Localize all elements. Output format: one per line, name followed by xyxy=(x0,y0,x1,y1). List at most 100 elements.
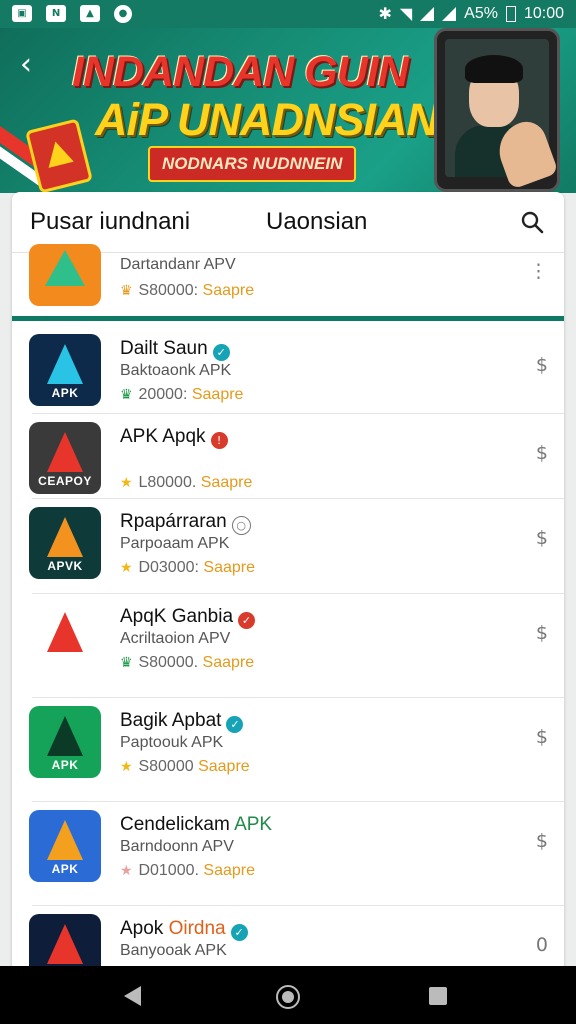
app-name-text: Dailt Saun xyxy=(120,338,208,359)
nav-home-icon[interactable] xyxy=(276,985,300,1009)
battery-text: A5% xyxy=(464,4,498,22)
section-divider xyxy=(12,316,564,321)
app-name-accent: APK xyxy=(234,814,273,835)
app-list-item[interactable]: CEAPOY APK Apqk! ★ L80000. Saapre $ xyxy=(12,414,564,499)
app-meta: ★ L80000. Saapre xyxy=(120,474,252,492)
app-icon[interactable]: APK xyxy=(29,334,101,406)
app-list-item[interactable]: APK Bagik Apbat ✓ Paptoouk APK ★ S80000 Saap… xyxy=(12,698,564,802)
app-meta: ★ D03000: Saapre xyxy=(120,559,255,577)
banner-title-line2: AiP UNADNSIAN xyxy=(95,94,439,145)
app-subtitle: Baktoaonk APK xyxy=(120,362,232,379)
app-name-accent: Oirdna xyxy=(168,918,226,939)
image-icon: ▣ xyxy=(12,5,32,22)
app-name-text: APK Apqk xyxy=(120,426,206,447)
crown-icon: ♛ xyxy=(120,387,133,403)
status-right: ✱ ◥ A5% 10:00 xyxy=(378,4,564,23)
verified-badge-icon: ✓ xyxy=(230,924,248,941)
app-list-item[interactable]: APVK Rpapárraran ○ Parpoaam APK ★ D03000: Sa… xyxy=(12,499,564,594)
back-arrow-icon[interactable]: ‹ xyxy=(20,50,32,80)
app-meta: ♛ 20000: Saapre xyxy=(120,386,243,404)
app-name: Cendelickam APK xyxy=(120,814,272,836)
signal-icon-2 xyxy=(442,6,457,21)
promo-banner[interactable]: ‹ INDANDAN GUIN AiP UNADNSIAN NODNARS NU… xyxy=(0,28,576,193)
nfc-icon: N xyxy=(46,5,66,22)
download-icon[interactable]: $ xyxy=(536,622,548,644)
app-list-item[interactable]: APK Dailt Saun ✓ Baktoaonk APK ♛ 20000: Saap… xyxy=(12,324,564,414)
app-subtitle: Acriltaoion APV xyxy=(120,630,231,647)
pinned-app-count: S80000: xyxy=(138,282,199,299)
search-icon[interactable] xyxy=(520,210,544,234)
app-icon-label: DAEBGEV xyxy=(33,654,97,668)
app-meta: ♛ S80000. Saapre xyxy=(120,654,254,672)
download-icon[interactable]: $ xyxy=(536,527,548,549)
search-label-center[interactable]: Uaonsian xyxy=(266,208,367,236)
share-icon[interactable]: ⋮ xyxy=(529,260,548,282)
app-icon[interactable]: APK xyxy=(29,810,101,882)
app-name: Bagik Apbat ✓ xyxy=(120,710,244,733)
app-meta: ★ D01000. Saapre xyxy=(120,862,255,880)
app-download-count: D03000: xyxy=(138,559,199,576)
star-icon: ★ xyxy=(120,475,133,491)
battery-icon xyxy=(505,5,516,22)
nav-recent-apps-icon[interactable] xyxy=(429,987,447,1005)
app-list-item[interactable]: APK Cendelickam APK Barndoonn APV ★ D01000.… xyxy=(12,802,564,906)
app-name: Dailt Saun ✓ xyxy=(120,338,230,361)
star-icon: ★ xyxy=(120,560,133,576)
gallery-icon: ▲ xyxy=(80,5,100,22)
app-icon[interactable]: APVK xyxy=(29,507,101,579)
app-name-text: ApqK Ganbia xyxy=(120,606,234,627)
app-icon-label: APK xyxy=(51,758,79,772)
app-list-item[interactable]: DAEBGEV ApqK Ganbia ✓ Acriltaoion APV ♛ S800… xyxy=(12,594,564,698)
app-name: ApqK Ganbia ✓ xyxy=(120,606,256,629)
verified-badge-icon: ○ xyxy=(231,516,251,535)
app-list-card: Pusar iundnani Uaonsian Dartandanr APV ♛… xyxy=(12,192,564,1002)
app-tag: Saapre xyxy=(203,862,255,879)
app-subtitle: Parpoaam APK xyxy=(120,535,230,552)
search-label-left[interactable]: Pusar iundnani xyxy=(30,208,190,236)
app-name-text: Bagik Apbat xyxy=(120,710,222,731)
verified-badge-icon: ✓ xyxy=(212,344,230,361)
status-left-icons: ▣ N ▲ ● xyxy=(12,5,132,23)
app-subtitle: Banyooak APK xyxy=(120,942,227,959)
app-tag: Saapre xyxy=(202,654,255,671)
pinned-app-icon xyxy=(29,244,101,306)
app-tag: Saapre xyxy=(200,474,253,491)
app-name-text: Cendelickam xyxy=(120,814,230,835)
app-name-text: Rpapárraran xyxy=(120,511,227,532)
app-download-count: S80000 xyxy=(138,758,194,775)
app-icon-label: APK xyxy=(51,862,79,876)
app-download-count: 20000: xyxy=(138,386,188,403)
signal-icon xyxy=(420,6,435,21)
app-subtitle: Paptoouk APK xyxy=(120,734,224,751)
download-icon[interactable]: $ xyxy=(536,726,548,748)
app-name: Rpapárraran ○ xyxy=(120,511,251,535)
app-icon[interactable]: CEAPOY xyxy=(29,422,101,494)
bluetooth-icon: ✱ xyxy=(378,4,392,23)
wifi-icon: ◥ xyxy=(399,4,413,23)
star-icon: ★ xyxy=(120,759,133,775)
app-icon[interactable]: DAEBGEV xyxy=(29,602,101,674)
messenger-icon: ● xyxy=(114,5,132,23)
system-nav-bar xyxy=(0,966,576,1024)
app-name: APK Apqk! xyxy=(120,426,228,449)
banner-subtitle: NODNARS NUDNNEIN xyxy=(148,146,357,182)
download-icon[interactable]: $ xyxy=(536,354,548,376)
star-icon: ★ xyxy=(120,863,133,879)
download-icon[interactable]: $ xyxy=(536,442,548,464)
download-icon[interactable]: $ xyxy=(536,830,548,852)
download-icon[interactable]: 0 xyxy=(536,934,548,956)
crown-icon: ♛ xyxy=(120,283,133,299)
crown-icon: ♛ xyxy=(120,655,133,671)
verified-badge-icon: ! xyxy=(210,432,228,449)
nav-back-icon[interactable] xyxy=(124,986,141,1006)
app-tag: Saapre xyxy=(191,386,244,403)
pinned-app-meta: ♛ S80000: Saapre xyxy=(120,282,254,300)
app-tag: Saapre xyxy=(203,559,255,576)
app-icon-label: APVK xyxy=(47,559,83,573)
banner-title-line1: INDANDAN GUIN xyxy=(72,48,409,96)
app-subtitle: Barndoonn APV xyxy=(120,838,234,855)
pinned-app-tag: Saapre xyxy=(202,282,255,299)
app-icon[interactable]: APK xyxy=(29,706,101,778)
pinned-app-row[interactable]: Dartandanr APV ♛ S80000: Saapre ⋮ xyxy=(12,244,564,314)
verified-badge-icon: ✓ xyxy=(238,612,256,629)
